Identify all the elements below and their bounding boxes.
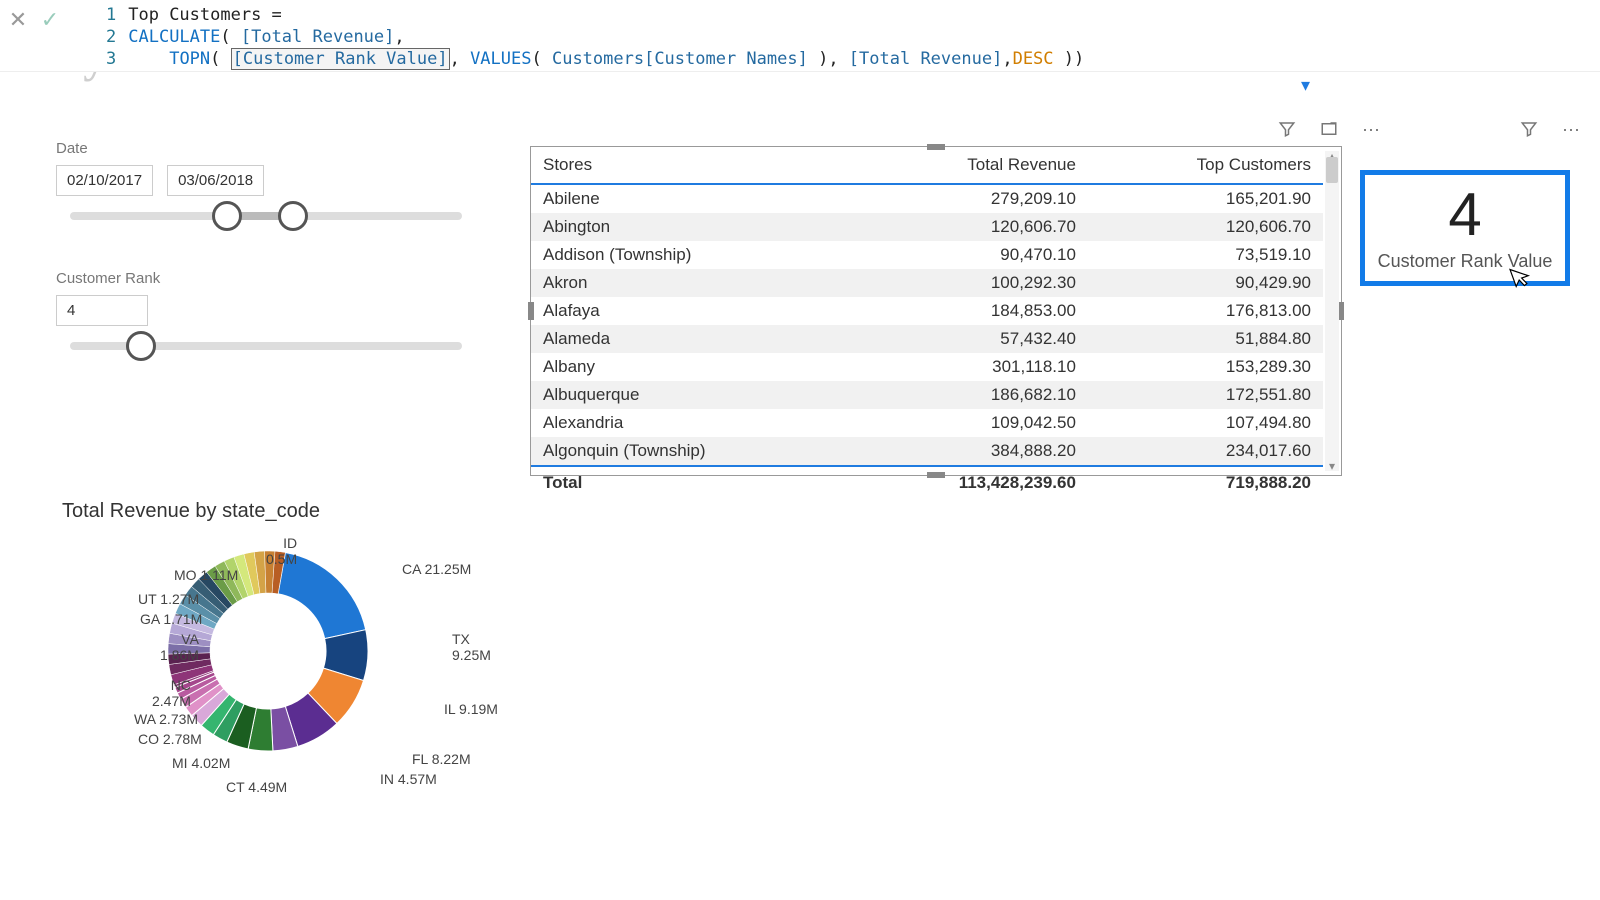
stores-table-visual[interactable]: Stores Total Revenue Top Customers Abile… <box>530 146 1342 476</box>
rank-slicer-title: Customer Rank <box>56 270 476 287</box>
resize-handle[interactable] <box>528 302 534 320</box>
table-row[interactable]: Alameda57,432.4051,884.80 <box>531 325 1323 353</box>
cell-top: 234,017.60 <box>1088 437 1323 466</box>
filter-icon[interactable] <box>1520 120 1538 143</box>
cell-store: Akron <box>531 269 848 297</box>
cell-store: Alameda <box>531 325 848 353</box>
total-top: 719,888.20 <box>1088 466 1323 497</box>
date-slider-thumb-end[interactable] <box>278 201 308 231</box>
cell-revenue: 384,888.20 <box>848 437 1088 466</box>
table-row[interactable]: Addison (Township)90,470.1073,519.10 <box>531 241 1323 269</box>
donut-label-MI: MI 4.02M <box>172 755 230 771</box>
donut-label-CO: CO 2.78M <box>138 731 202 747</box>
formula-accept-icon[interactable]: ✓ <box>38 8 62 32</box>
donut-label-GA: GA 1.71M <box>140 611 202 627</box>
cell-store: Albuquerque <box>531 381 848 409</box>
selected-token[interactable]: [Customer Rank Value] <box>231 48 450 70</box>
date-from-input[interactable]: 02/10/2017 <box>56 165 153 196</box>
cell-revenue: 186,682.10 <box>848 381 1088 409</box>
revenue-by-state-chart[interactable]: Total Revenue by state_code CA 21.25M TX9… <box>62 500 542 831</box>
rank-value-input[interactable]: 4 <box>56 295 148 326</box>
customer-rank-card[interactable]: 4 Customer Rank Value <box>1360 170 1570 286</box>
donut-label-MO: MO 1.11M <box>174 567 238 583</box>
scroll-down-icon[interactable]: ▾ <box>1325 459 1339 473</box>
cell-top: 73,519.10 <box>1088 241 1323 269</box>
table-header-row: Stores Total Revenue Top Customers <box>531 147 1323 184</box>
cell-top: 107,494.80 <box>1088 409 1323 437</box>
cell-top: 153,289.30 <box>1088 353 1323 381</box>
date-to-input[interactable]: 03/06/2018 <box>167 165 264 196</box>
cell-revenue: 184,853.00 <box>848 297 1088 325</box>
donut-label-TX: TX9.25M <box>452 631 491 663</box>
table-row[interactable]: Alexandria109,042.50107,494.80 <box>531 409 1323 437</box>
donut-label-VA: VA1.86M <box>160 631 199 663</box>
rank-slider-thumb[interactable] <box>126 331 156 361</box>
cell-revenue: 90,470.10 <box>848 241 1088 269</box>
more-options-icon[interactable]: ⋯ <box>1562 120 1580 143</box>
cell-revenue: 109,042.50 <box>848 409 1088 437</box>
donut-label-FL: FL 8.22M <box>412 751 471 767</box>
date-slider[interactable] <box>70 212 462 220</box>
chart-title: Total Revenue by state_code <box>62 500 542 523</box>
total-revenue: 113,428,239.60 <box>848 466 1088 497</box>
col-top-customers[interactable]: Top Customers <box>1088 147 1323 184</box>
resize-handle[interactable] <box>927 472 945 478</box>
donut-label-IN: IN 4.57M <box>380 771 437 787</box>
rank-slider[interactable] <box>70 342 462 350</box>
cell-store: Abington <box>531 213 848 241</box>
table-total-row: Total 113,428,239.60 719,888.20 <box>531 466 1323 497</box>
scroll-thumb[interactable] <box>1326 157 1338 183</box>
donut-label-ID: ID0.5M <box>266 535 297 567</box>
col-total-revenue[interactable]: Total Revenue <box>848 147 1088 184</box>
cell-revenue: 100,292.30 <box>848 269 1088 297</box>
cell-revenue: 120,606.70 <box>848 213 1088 241</box>
cell-top: 90,429.90 <box>1088 269 1323 297</box>
focus-mode-icon[interactable] <box>1320 120 1338 143</box>
donut-label-WA: WA 2.73M <box>134 711 198 727</box>
cell-store: Albany <box>531 353 848 381</box>
cell-store: Addison (Township) <box>531 241 848 269</box>
chevron-down-icon[interactable]: ▾ <box>1301 75 1310 96</box>
date-slider-thumb-start[interactable] <box>212 201 242 231</box>
cell-top: 176,813.00 <box>1088 297 1323 325</box>
cell-top: 51,884.80 <box>1088 325 1323 353</box>
table-row[interactable]: Alafaya184,853.00176,813.00 <box>531 297 1323 325</box>
donut-label-CT: CT 4.49M <box>226 779 287 795</box>
donut-label-CA: CA 21.25M <box>402 561 471 577</box>
rank-slicer: Customer Rank 4 <box>56 270 476 350</box>
table-row[interactable]: Abington120,606.70120,606.70 <box>531 213 1323 241</box>
resize-handle[interactable] <box>927 144 945 150</box>
cell-top: 165,201.90 <box>1088 184 1323 213</box>
formula-code[interactable]: Top Customers = CALCULATE( [Total Revenu… <box>124 0 1084 70</box>
formula-cancel-icon[interactable]: ✕ <box>6 8 30 32</box>
total-label: Total <box>531 466 848 497</box>
cell-store: Abilene <box>531 184 848 213</box>
formula-bar: ✕ ✓ 1 2 3 Top Customers = CALCULATE( [To… <box>0 0 1600 72</box>
date-slicer-title: Date <box>56 140 476 157</box>
donut-label-NC: NC2.47M <box>152 677 191 709</box>
cell-store: Algonquin (Township) <box>531 437 848 466</box>
stores-table: Stores Total Revenue Top Customers Abile… <box>531 147 1323 497</box>
donut-label-IL: IL 9.19M <box>444 701 498 717</box>
table-row[interactable]: Akron100,292.3090,429.90 <box>531 269 1323 297</box>
cell-revenue: 57,432.40 <box>848 325 1088 353</box>
table-row[interactable]: Albany301,118.10153,289.30 <box>531 353 1323 381</box>
col-stores[interactable]: Stores <box>531 147 848 184</box>
formula-gutter: 1 2 3 <box>68 0 124 70</box>
cell-store: Alexandria <box>531 409 848 437</box>
date-slicer: Date 02/10/2017 03/06/2018 <box>56 140 476 220</box>
filter-icon[interactable] <box>1278 120 1296 143</box>
cell-top: 120,606.70 <box>1088 213 1323 241</box>
table-row[interactable]: Albuquerque186,682.10172,551.80 <box>531 381 1323 409</box>
cell-revenue: 301,118.10 <box>848 353 1088 381</box>
donut-label-UT: UT 1.27M <box>138 591 199 607</box>
table-scrollbar[interactable]: ▴ ▾ <box>1325 151 1339 471</box>
cell-revenue: 279,209.10 <box>848 184 1088 213</box>
table-row[interactable]: Algonquin (Township)384,888.20234,017.60 <box>531 437 1323 466</box>
table-row[interactable]: Abilene279,209.10165,201.90 <box>531 184 1323 213</box>
card-value: 4 <box>1448 185 1481 245</box>
more-options-icon[interactable]: ⋯ <box>1362 120 1380 143</box>
cell-top: 172,551.80 <box>1088 381 1323 409</box>
cell-store: Alafaya <box>531 297 848 325</box>
